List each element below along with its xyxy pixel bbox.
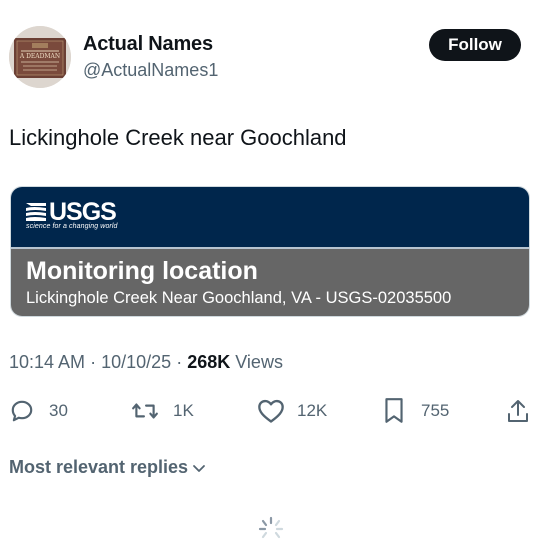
repost-button[interactable]: 1K <box>131 397 194 425</box>
link-preview-card[interactable]: USGS science for a changing world Monito… <box>10 186 530 317</box>
card-subtitle: Lickinghole Creek Near Goochland, VA - U… <box>26 289 452 307</box>
tweet-time[interactable]: 10:14 AM <box>9 352 85 372</box>
avatar-plaque-image: A DEADMAN <box>9 26 71 88</box>
bookmark-button[interactable]: 755 <box>383 397 449 425</box>
replies-sort-label: Most relevant replies <box>9 457 189 477</box>
like-button[interactable]: 12K <box>257 397 327 425</box>
avatar[interactable]: A DEADMAN <box>9 26 71 88</box>
card-title: Monitoring location <box>26 257 258 285</box>
repost-icon <box>132 403 158 419</box>
repost-count: 1K <box>173 401 194 420</box>
share-button[interactable] <box>506 397 530 425</box>
views-label: Views <box>235 352 283 372</box>
reply-count: 30 <box>49 401 68 420</box>
meta-separator: · <box>176 352 183 372</box>
user-handle[interactable]: @ActualNames1 <box>83 60 218 81</box>
display-name[interactable]: Actual Names <box>83 33 213 56</box>
usgs-logo: USGS <box>25 198 117 226</box>
usgs-tagline: science for a changing world <box>26 223 118 230</box>
follow-button[interactable]: Follow <box>429 29 521 61</box>
usgs-wave-icon <box>26 203 46 221</box>
bookmark-count: 755 <box>421 401 450 420</box>
avatar-text: A DEADMAN <box>19 53 60 60</box>
reply-button[interactable]: 30 <box>9 397 68 425</box>
views-count: 268K <box>187 352 231 372</box>
tweet-text: Lickinghole Creek near Goochland <box>9 125 347 150</box>
chevron-down-icon <box>193 464 205 472</box>
loading-spinner-icon <box>258 516 284 539</box>
reply-icon <box>11 400 33 422</box>
tweet-meta: 10:14 AM · 10/10/25 · 268K Views <box>9 352 283 373</box>
meta-separator: · <box>90 352 97 372</box>
like-count: 12K <box>297 401 328 420</box>
tweet-date[interactable]: 10/10/25 <box>101 352 171 372</box>
replies-sort-dropdown[interactable]: Most relevant replies <box>9 457 207 478</box>
bookmark-icon <box>385 398 403 423</box>
share-icon <box>508 400 528 422</box>
like-icon <box>258 399 284 423</box>
